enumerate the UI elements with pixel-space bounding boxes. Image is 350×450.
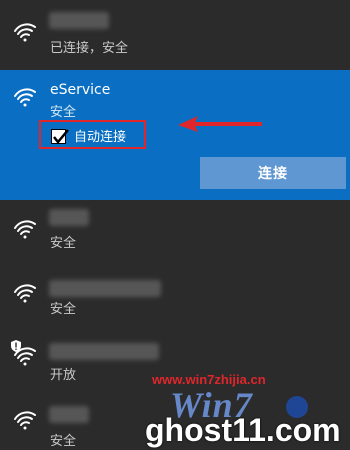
wifi-signal-icon — [13, 22, 37, 42]
network-ssid-blurred — [49, 12, 109, 29]
network-ssid-blurred — [49, 343, 159, 360]
network-item-1[interactable]: 已连接，安全 — [0, 0, 350, 68]
wifi-signal-icon — [13, 87, 37, 107]
network-item-3[interactable]: 安全 — [0, 201, 350, 265]
auto-connect-highlight: 自动连接 — [39, 120, 146, 149]
network-ssid-blurred — [49, 209, 89, 226]
network-ssid-blurred — [49, 280, 161, 297]
watermark-site: ghost11.com — [145, 412, 341, 448]
shield-warning-icon — [11, 340, 21, 352]
network-status: 开放 — [50, 368, 77, 383]
wifi-signal-icon — [13, 283, 37, 303]
wifi-signal-icon — [13, 410, 37, 430]
network-ssid: eService — [50, 82, 111, 98]
network-status: 安全 — [50, 105, 77, 120]
network-status: 已连接，安全 — [50, 41, 129, 56]
network-status: 安全 — [50, 434, 77, 449]
connect-button[interactable]: 连接 — [200, 157, 346, 189]
network-status: 安全 — [50, 302, 77, 317]
auto-connect-checkbox[interactable] — [51, 129, 69, 144]
auto-connect-label[interactable]: 自动连接 — [74, 126, 126, 145]
network-item-4[interactable]: 安全 — [0, 266, 350, 328]
wifi-signal-icon — [13, 219, 37, 239]
network-ssid-blurred — [49, 406, 89, 423]
annotation-arrow-icon — [178, 116, 262, 132]
checkmark-icon — [53, 129, 69, 144]
network-status: 安全 — [50, 236, 77, 251]
